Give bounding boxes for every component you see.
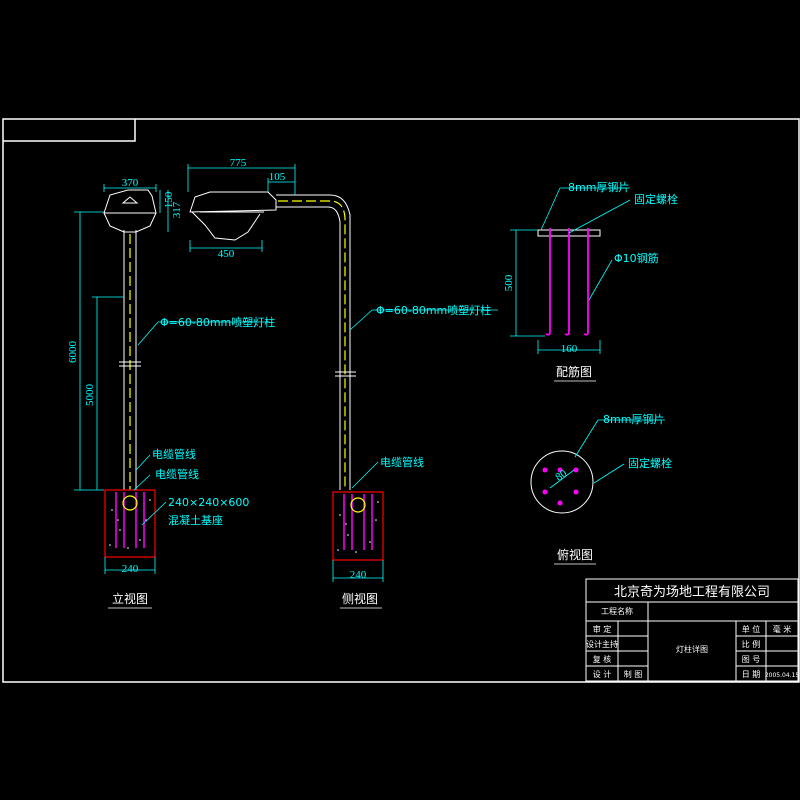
review-label: 审 定 <box>593 624 612 634</box>
rebar-bar-label: Φ10钢筋 <box>614 251 659 265</box>
front-view-title: 立视图 <box>112 591 148 606</box>
drawing-name: 灯柱详图 <box>676 644 708 654</box>
side-cable-label: 电缆管线 <box>380 455 424 469</box>
unit-label: 单 位 <box>742 624 761 634</box>
side-pole <box>276 194 356 490</box>
scale-label: 比 例 <box>742 639 761 649</box>
side-dim-base-width: 240 <box>350 569 367 581</box>
side-foundation <box>332 491 384 561</box>
top-plate-label: 8mm厚钢片 <box>603 413 664 426</box>
side-dim-arm-offset: 105 <box>269 171 286 183</box>
front-dim-lamp-width: 370 <box>122 177 139 189</box>
front-dim-pole-height: 5000 <box>84 384 96 407</box>
front-pole <box>119 230 141 490</box>
company-name: 北京奇为场地工程有限公司 <box>614 584 770 600</box>
side-dimension-lines <box>187 164 498 582</box>
rebar-dim-height: 500 <box>503 274 515 291</box>
cad-drawing: 370 150 317 6000 5000 Φ=60-80mm喷塑灯柱 电缆管线… <box>2 118 800 683</box>
draw-label: 制 图 <box>624 669 643 679</box>
drawing-number-label: 图 号 <box>742 655 761 664</box>
unit-value: 毫 米 <box>773 624 792 634</box>
front-dim-lamp-height-b: 317 <box>171 201 183 218</box>
side-dimension-text: 775 105 450 Φ=60-80mm喷塑灯柱 电缆管线 240 侧视图 <box>218 157 492 606</box>
side-lamp-head <box>189 191 277 241</box>
front-base-material-label: 混凝土基座 <box>168 513 223 527</box>
title-block: 北京奇为场地工程有限公司 工程名称 审 定 设计主持 复 核 设 计 制 图 灯… <box>585 578 800 682</box>
top-dim-center: 80 <box>553 467 569 483</box>
rebar-dim-width: 160 <box>561 343 578 355</box>
front-cable-label-1: 电缆管线 <box>152 447 196 461</box>
front-lamp-head <box>103 189 157 233</box>
front-base-size-label: 240×240×600 <box>168 496 249 509</box>
front-foundation <box>104 489 156 558</box>
front-pole-label: Φ=60-80mm喷塑灯柱 <box>160 315 275 329</box>
rebar-dimension-lines <box>510 187 631 354</box>
top-bolt-label: 固定螺栓 <box>628 456 672 470</box>
top-view: 80 8mm厚钢片 固定螺栓 俯视图 <box>530 413 672 565</box>
front-dim-total-height: 6000 <box>67 341 79 364</box>
side-pole-label: Φ=60-80mm喷塑灯柱 <box>376 303 491 317</box>
front-view: 370 150 317 6000 5000 Φ=60-80mm喷塑灯柱 电缆管线… <box>67 177 275 609</box>
design-lead-label: 设计主持 <box>586 639 618 649</box>
side-view-title: 侧视图 <box>342 591 378 606</box>
side-dim-lamp-width: 450 <box>218 248 235 260</box>
rebar-bolt-label: 固定螺栓 <box>634 192 678 206</box>
front-dim-base-width: 240 <box>122 563 139 575</box>
top-view-title: 俯视图 <box>557 547 593 562</box>
front-cable-label-2: 电缆管线 <box>155 467 199 481</box>
date-label: 日 期 <box>742 670 761 679</box>
rebar-bars <box>545 228 589 336</box>
rebar-plate-label: 8mm厚钢片 <box>568 181 629 194</box>
check-label: 复 核 <box>593 654 612 664</box>
rebar-view-title: 配筋图 <box>556 364 592 379</box>
front-dimension-text: 370 150 317 6000 5000 Φ=60-80mm喷塑灯柱 电缆管线… <box>67 177 275 606</box>
date-value: 2005.04.15 <box>765 672 800 679</box>
side-view: 775 105 450 Φ=60-80mm喷塑灯柱 电缆管线 240 侧视图 <box>187 157 498 609</box>
rebar-view: 500 160 8mm厚钢片 固定螺栓 Φ10钢筋 配筋图 <box>503 181 678 382</box>
project-name-label: 工程名称 <box>601 606 633 616</box>
side-dim-arm-length: 775 <box>230 157 247 169</box>
design-label: 设 计 <box>593 669 612 679</box>
